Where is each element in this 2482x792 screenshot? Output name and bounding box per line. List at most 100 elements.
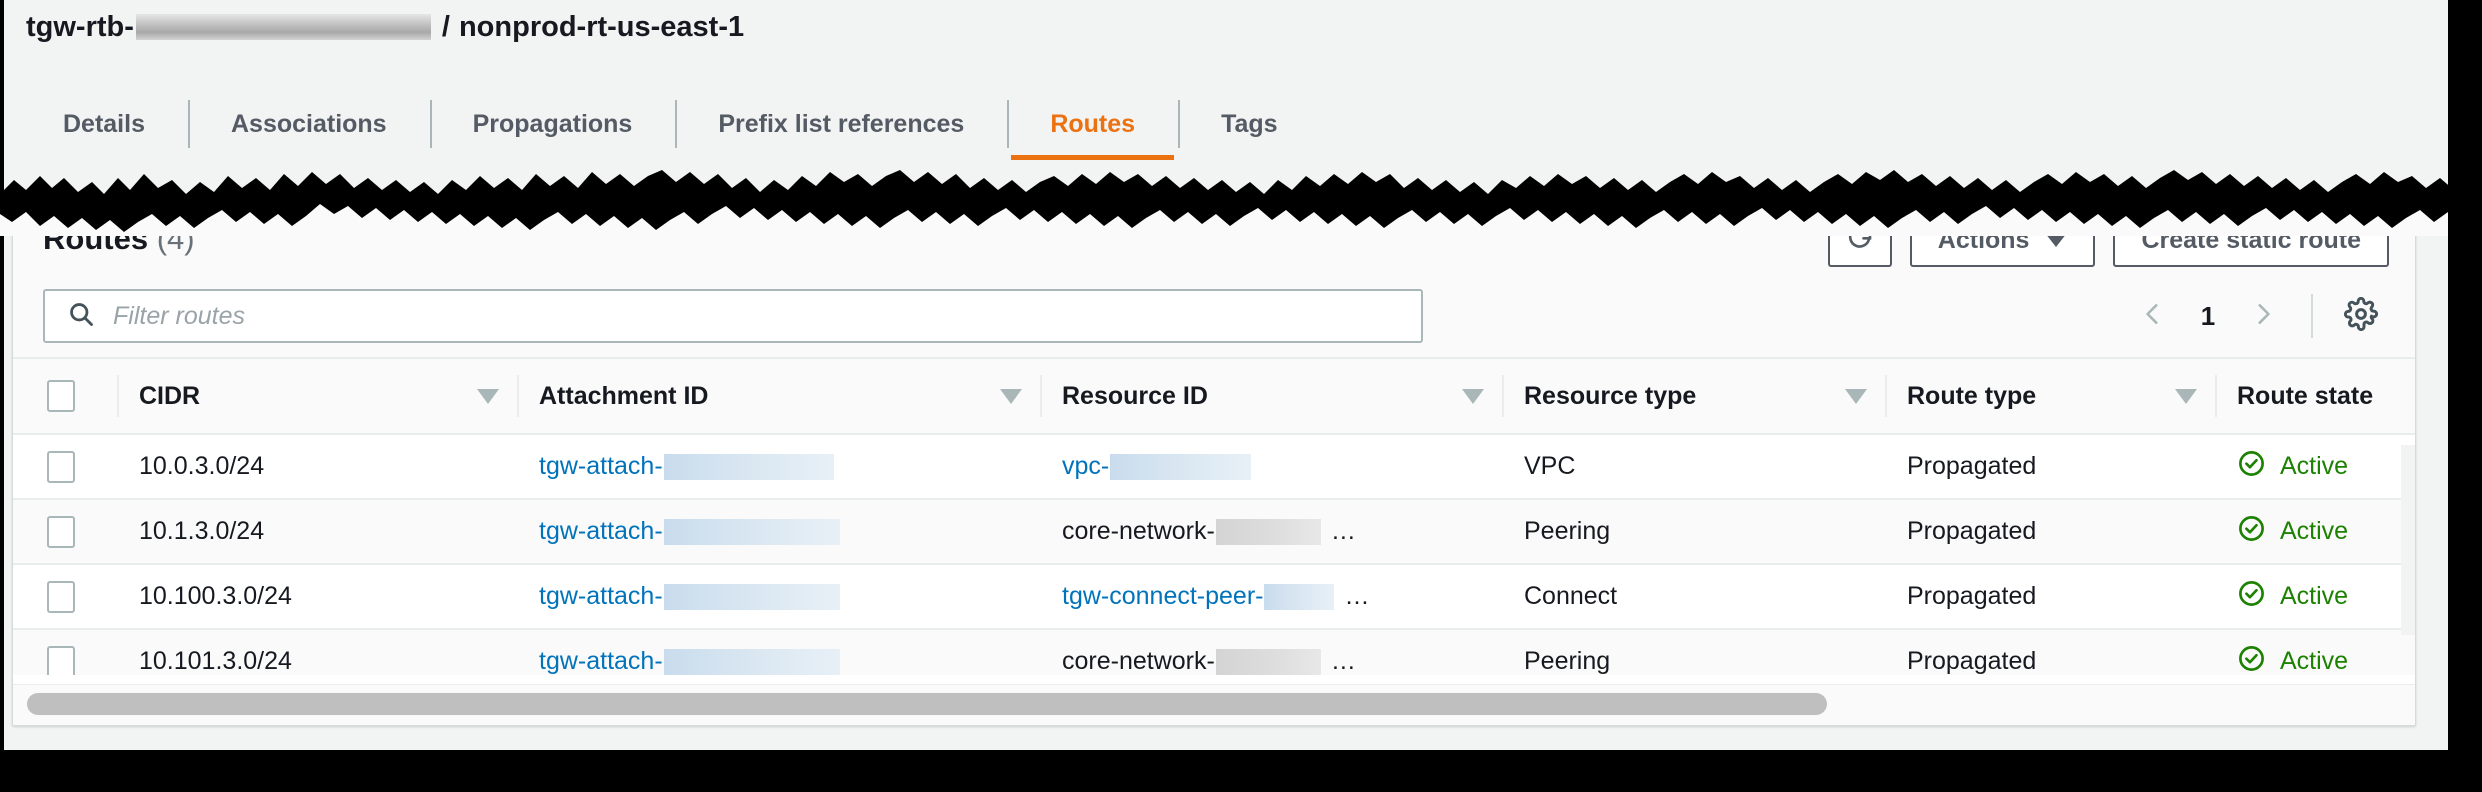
filter-routes-box[interactable] [43,289,1423,343]
cidr-value: 10.1.3.0/24 [139,517,265,545]
horizontal-scrollbar[interactable] [13,684,2415,725]
tab-tags-label: Tags [1221,109,1278,138]
row-select-cell [13,499,117,565]
table-preferences-button[interactable] [2333,289,2389,343]
sort-icon-cidr[interactable] [477,388,499,404]
status-badge: Active [2237,514,2348,550]
panel-right-edge [2401,445,2415,635]
select-all-checkbox[interactable] [47,380,75,412]
create-static-route-button[interactable]: Create static route [2113,213,2389,267]
resource-id-link[interactable]: vpc- [1062,452,1109,481]
search-icon [67,300,95,333]
pagination: 1 [2125,289,2389,343]
tab-propagations-label: Propagations [472,109,633,138]
chevron-left-icon [2140,299,2166,334]
attachment-id-link[interactable]: tgw-attach- [539,452,663,481]
resource-id-link[interactable]: tgw-connect-peer- [1062,582,1263,611]
route-state-value: Active [2280,517,2349,545]
page-title: tgw-rtb- / nonprod-rt-us-east-1 [26,8,744,46]
pagination-next-button[interactable] [2235,289,2291,343]
chevron-right-icon [2250,299,2276,334]
cell-route-state: Active [2215,629,2415,675]
tab-tags[interactable]: Tags [1178,88,1321,160]
cidr-value: 10.100.3.0/24 [139,582,292,610]
column-header-cidr[interactable]: CIDR [117,357,517,435]
pagination-page-1[interactable]: 1 [2185,301,2231,332]
horizontal-scrollbar-thumb[interactable] [27,693,1827,715]
routes-table: CIDR Attachment ID Resource ID Resource … [13,357,2415,675]
actions-button[interactable]: Actions [1909,213,2096,267]
cidr-value: 10.101.3.0/24 [139,647,292,675]
attachment-id-redacted [663,583,840,610]
route-type-value: Propagated [1907,582,2037,610]
tab-details[interactable]: Details [20,88,188,160]
tab-bar: Details Associations Propagations Prefix… [20,88,1321,160]
column-header-route-type[interactable]: Route type [1885,357,2215,435]
cell-resource-id: core-network- … [1040,629,1502,675]
cell-route-state: Active [2215,564,2415,630]
truncation-ellipsis: … [1330,517,1356,545]
bottom-edge-mask [0,750,2482,792]
pagination-prev-button[interactable] [2125,289,2181,343]
attachment-id-redacted [663,453,834,480]
cell-resource-type: VPC [1502,434,1885,500]
routes-table-header-row: CIDR Attachment ID Resource ID Resource … [13,357,2415,435]
refresh-button[interactable] [1827,213,1892,267]
tab-prefix-list-references[interactable]: Prefix list references [675,88,1007,160]
column-header-route-type-label: Route type [1907,381,2037,410]
cell-cidr: 10.100.3.0/24 [117,564,517,630]
route-type-value: Propagated [1907,452,2037,480]
cell-attachment-id: tgw-attach- [517,564,1040,630]
cell-route-type: Propagated [1885,499,2215,565]
sort-icon-attachment-id[interactable] [1000,388,1022,404]
column-header-resource-id[interactable]: Resource ID [1040,357,1502,435]
column-header-resource-type[interactable]: Resource type [1502,357,1885,435]
cell-route-type: Propagated [1885,629,2215,675]
cell-resource-type: Peering [1502,629,1885,675]
routes-panel: Routes (4) Actions Create static route F… [12,196,2416,726]
route-state-value: Active [2280,452,2349,480]
cidr-value: 10.0.3.0/24 [139,452,265,480]
routes-table-body: 10.0.3.0/24 tgw-attach- vpc- VPC Propaga… [13,434,2415,675]
cell-cidr: 10.101.3.0/24 [117,629,517,675]
tab-associations[interactable]: Associations [187,88,430,160]
attachment-id-link[interactable]: tgw-attach- [539,517,663,546]
column-header-attachment-id[interactable]: Attachment ID [517,357,1040,435]
page-title-name: nonprod-rt-us-east-1 [458,10,745,43]
row-checkbox[interactable] [47,450,75,483]
tab-associations-label: Associations [230,109,387,138]
search-input[interactable] [111,300,1421,332]
column-header-cidr-label: CIDR [139,381,201,410]
chevron-down-icon [2045,233,2068,247]
row-checkbox[interactable] [47,515,75,548]
screenshot-root: tgw-rtb- / nonprod-rt-us-east-1 Details … [0,0,2482,792]
sort-icon-resource-id[interactable] [1462,388,1484,404]
check-circle-icon [2237,644,2266,676]
cell-cidr: 10.0.3.0/24 [117,434,517,500]
sort-icon-route-type[interactable] [2175,388,2197,404]
status-badge: Active [2237,644,2348,676]
content-region: Routes (4) Actions Create static route F… [4,196,2448,750]
table-row[interactable]: 10.0.3.0/24 tgw-attach- vpc- VPC Propaga… [13,434,2415,500]
row-checkbox[interactable] [47,645,75,675]
table-row[interactable]: 10.100.3.0/24 tgw-attach- tgw-connect-pe… [13,564,2415,630]
cell-route-type: Propagated [1885,564,2215,630]
cell-resource-id: tgw-connect-peer- … [1040,564,1502,630]
column-header-route-state-label: Route state [2237,381,2374,410]
right-edge-mask [2448,0,2482,792]
tab-propagations[interactable]: Propagations [429,88,676,160]
cell-route-state: Active [2215,434,2415,500]
row-checkbox[interactable] [47,580,75,613]
routes-table-head: CIDR Attachment ID Resource ID Resource … [13,357,2415,435]
attachment-id-link[interactable]: tgw-attach- [539,647,663,675]
table-row[interactable]: 10.101.3.0/24 tgw-attach- core-network- [13,629,2415,675]
row-select-cell [13,564,117,630]
sort-icon-resource-type[interactable] [1845,388,1867,404]
resource-id-redacted [1215,518,1321,545]
route-state-value: Active [2280,582,2349,610]
column-header-route-state[interactable]: Route state [2215,357,2415,435]
table-row[interactable]: 10.1.3.0/24 tgw-attach- core-network- … … [13,499,2415,565]
column-header-resource-id-label: Resource ID [1062,381,1208,410]
tab-routes[interactable]: Routes [1007,88,1178,160]
attachment-id-link[interactable]: tgw-attach- [539,582,663,611]
